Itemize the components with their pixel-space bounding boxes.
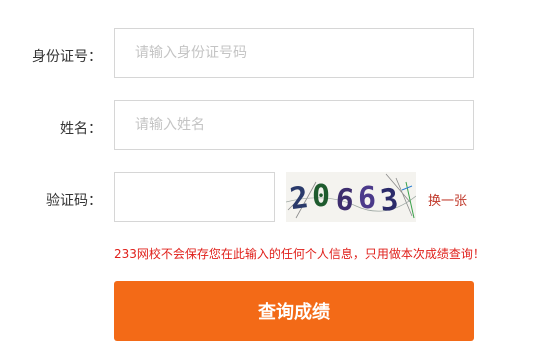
captcha-label: 验证码： [46,193,102,209]
captcha-image[interactable]: 2 0 6 6 3 [286,172,416,222]
captcha-char: 0 [312,179,330,214]
id-number-label: 身份证号： [32,49,102,65]
query-score-button[interactable]: 查询成绩 [114,281,474,341]
name-field-wrapper [114,100,474,150]
score-query-form: 身份证号： 姓名： 验证码： 2 0 6 6 3 换一张 233网 [0,0,533,362]
captcha-char: 6 [358,181,376,216]
captcha-char: 3 [378,182,400,219]
captcha-field-wrapper [114,172,275,222]
name-label: 姓名： [60,121,102,137]
name-input[interactable] [115,101,473,149]
privacy-notice: 233网校不会保存您在此输入的任何个人信息，只用做本次成绩查询！ [114,247,485,261]
id-number-field-wrapper [114,28,474,78]
id-number-input[interactable] [115,29,473,77]
captcha-input[interactable] [115,173,274,221]
captcha-char: 6 [334,182,356,219]
refresh-captcha-link[interactable]: 换一张 [428,190,467,209]
